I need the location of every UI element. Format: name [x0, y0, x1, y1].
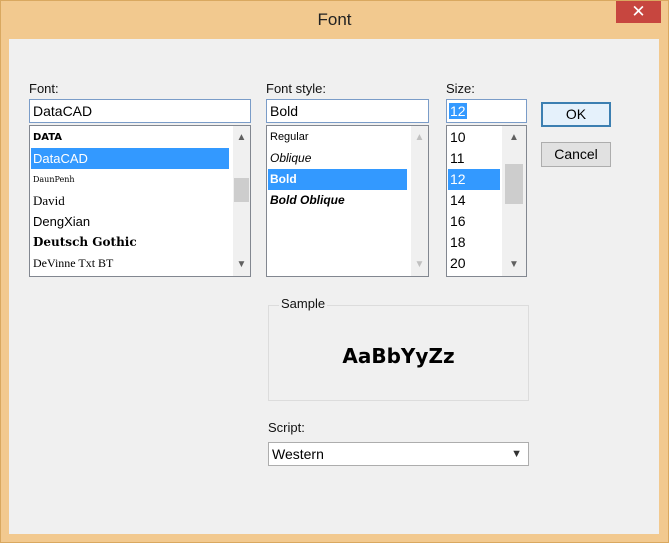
size-list-item[interactable]: 16 [448, 211, 500, 232]
style-list-item[interactable]: Bold Oblique [268, 190, 407, 211]
style-list-item[interactable]: Regular [268, 127, 407, 148]
size-input-value: 12 [449, 103, 467, 119]
style-list-item[interactable]: Bold [268, 169, 407, 190]
size-list-scrollbar[interactable]: ▲ ▼ [502, 126, 526, 276]
size-label: Size: [446, 81, 475, 96]
size-list-item[interactable]: 20 [448, 253, 500, 274]
dialog-body: Font: DataCAD DATA DataCAD DaunPenh David De… [9, 39, 659, 534]
font-style-label: Font style: [266, 81, 326, 96]
script-select[interactable]: Western ▼ [268, 442, 529, 466]
chevron-down-icon[interactable]: ▼ [511, 443, 522, 465]
close-button[interactable]: ✕ [616, 1, 661, 23]
size-list-scroll-thumb[interactable] [505, 164, 523, 204]
size-list-item[interactable]: 12 [448, 169, 500, 190]
chevron-down-icon: ▼ [414, 259, 425, 270]
font-list-item[interactable]: Deutsch Gothic [31, 232, 229, 253]
script-value: Western [272, 446, 324, 462]
chevron-up-icon: ▲ [414, 132, 425, 143]
sample-group: Sample AaBbYyZz [268, 296, 529, 401]
title-bar[interactable]: Font ✕ [1, 1, 668, 39]
size-list[interactable]: 10 11 12 14 16 18 20 ▲ ▼ [446, 125, 527, 277]
sample-label: Sample [279, 296, 328, 311]
font-dialog: Font ✕ Font: DataCAD DATA DataCAD DaunPenh… [0, 0, 669, 543]
font-list-scroll-thumb[interactable] [234, 178, 249, 202]
size-list-item[interactable]: 11 [448, 148, 500, 169]
chevron-down-icon[interactable]: ▼ [233, 256, 250, 273]
font-list-item[interactable]: DeVinne Txt BT [31, 253, 229, 274]
sample-preview: AaBbYyZz [342, 344, 455, 368]
ok-button[interactable]: OK [541, 102, 611, 127]
font-list-item[interactable]: David [31, 190, 229, 211]
font-list-scrollbar[interactable]: ▲ ▼ [233, 126, 250, 276]
font-name-input[interactable]: DataCAD [29, 99, 251, 123]
cancel-button[interactable]: Cancel [541, 142, 611, 167]
script-label: Script: [268, 420, 305, 435]
chevron-down-icon[interactable]: ▼ [502, 256, 526, 273]
window-title: Font [317, 10, 352, 29]
font-list-item[interactable]: DaunPenh [31, 169, 229, 190]
font-list-item[interactable]: DataCAD [31, 148, 229, 169]
size-list-item[interactable]: 18 [448, 232, 500, 253]
size-list-item[interactable]: 14 [448, 190, 500, 211]
font-style-input[interactable]: Bold [266, 99, 429, 123]
font-style-scrollbar: ▲ ▼ [411, 126, 428, 276]
font-list-item[interactable]: DengXian [31, 211, 229, 232]
font-list-item[interactable]: DATA [31, 127, 229, 148]
font-list[interactable]: DATA DataCAD DaunPenh David DengXian Deutsch … [29, 125, 251, 277]
size-input[interactable]: 12 [446, 99, 527, 123]
size-list-item[interactable]: 10 [448, 127, 500, 148]
style-list-item[interactable]: Oblique [268, 148, 407, 169]
font-style-list[interactable]: Regular Oblique Bold Bold Oblique ▲ ▼ [266, 125, 429, 277]
chevron-up-icon[interactable]: ▲ [233, 129, 250, 146]
font-label: Font: [29, 81, 59, 96]
chevron-up-icon[interactable]: ▲ [502, 129, 526, 146]
